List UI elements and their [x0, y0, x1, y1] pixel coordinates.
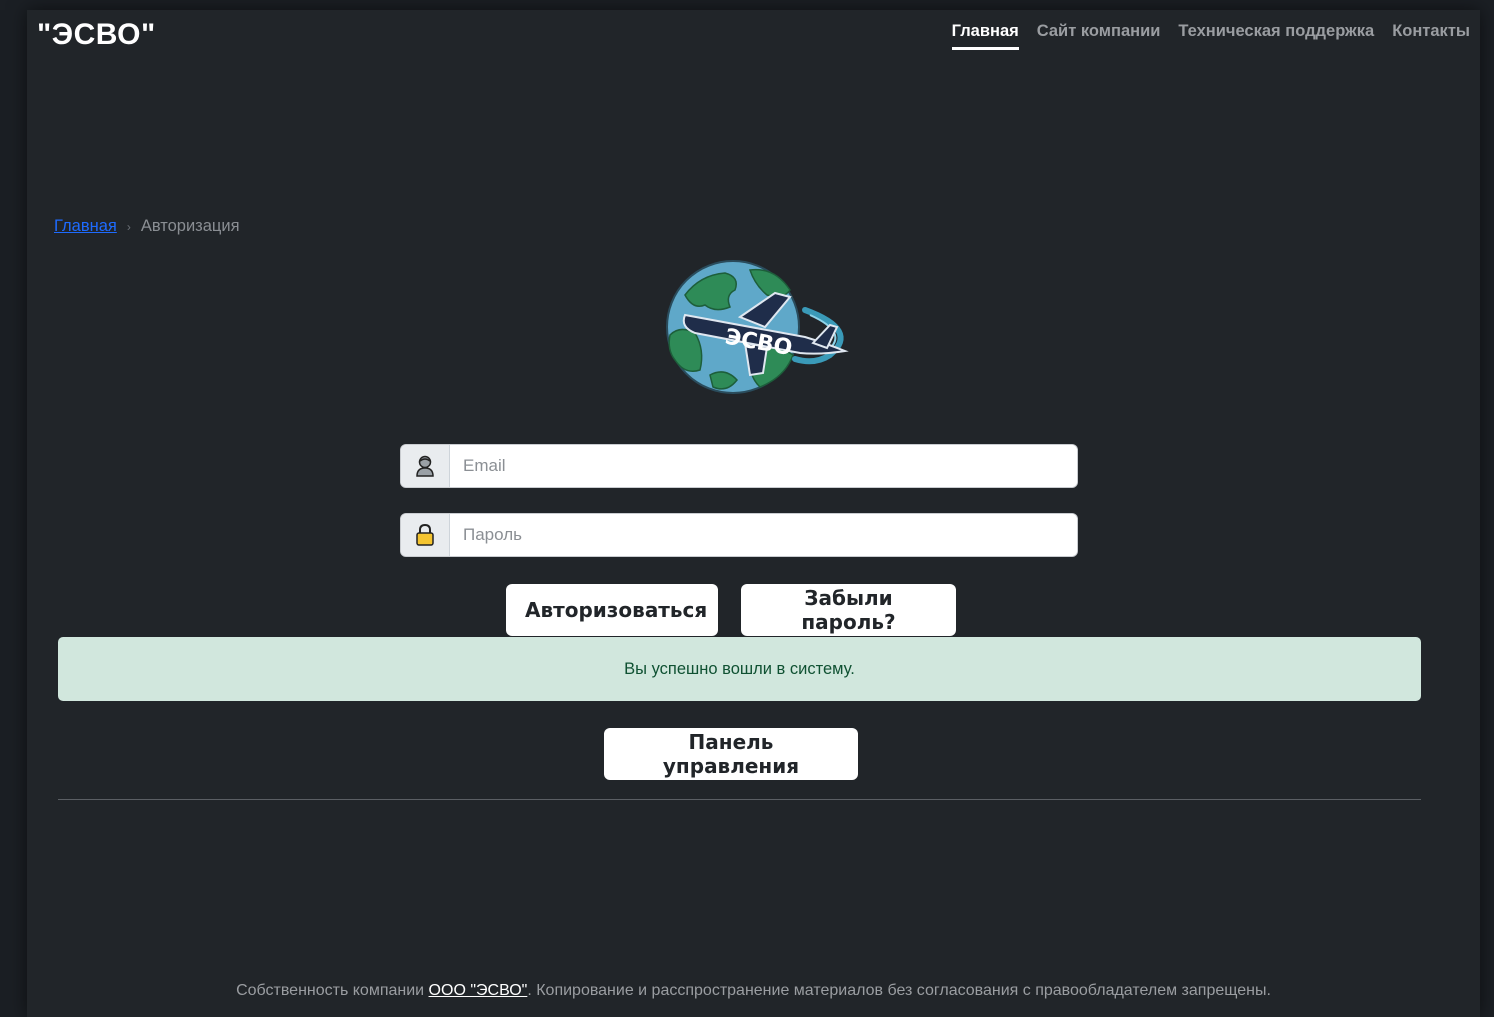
- email-field-group: [401, 445, 1077, 487]
- password-input[interactable]: [450, 514, 1077, 556]
- globe-airplane-logo: ЭСВО: [655, 255, 855, 395]
- brand-logo-text[interactable]: "ЭСВО": [37, 18, 156, 52]
- page-container: "ЭСВО" Главная Сайт компании Техническая…: [27, 10, 1480, 1017]
- footer: Собственность компании ООО "ЭСВО". Копир…: [27, 982, 1480, 1000]
- dashboard-button[interactable]: Панель управления: [604, 728, 858, 780]
- success-alert-text: Вы успешно вошли в систему.: [624, 659, 855, 678]
- email-input[interactable]: [450, 445, 1077, 487]
- footer-company-link[interactable]: ООО "ЭСВО": [429, 982, 528, 999]
- main-nav: Главная Сайт компании Техническая поддер…: [951, 22, 1470, 50]
- footer-suffix: . Копирование и расспространение материа…: [527, 982, 1271, 999]
- breadcrumb-separator-icon: ›: [126, 219, 131, 234]
- nav-item-company-site[interactable]: Сайт компании: [1037, 22, 1161, 50]
- breadcrumb-home-link[interactable]: Главная: [54, 217, 117, 236]
- lock-icon: [401, 514, 450, 556]
- user-icon: [401, 445, 450, 487]
- password-field-group: [401, 514, 1077, 556]
- breadcrumb-current: Авторизация: [140, 217, 240, 235]
- success-alert: Вы успешно вошли в систему.: [58, 637, 1421, 701]
- nav-item-contacts[interactable]: Контакты: [1392, 22, 1470, 50]
- breadcrumb: Главная › Авторизация: [54, 217, 240, 236]
- nav-item-tech-support[interactable]: Техническая поддержка: [1178, 22, 1374, 50]
- forgot-password-button[interactable]: Забыли пароль?: [741, 584, 956, 636]
- nav-item-home[interactable]: Главная: [951, 22, 1019, 50]
- login-button[interactable]: Авторизоваться: [506, 584, 718, 636]
- divider: [58, 799, 1421, 800]
- footer-prefix: Собственность компании: [236, 982, 429, 999]
